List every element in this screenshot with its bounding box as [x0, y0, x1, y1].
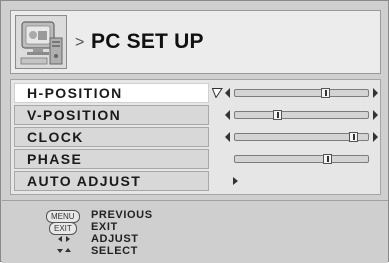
menu-item-v-position[interactable]: V-POSITION	[14, 105, 209, 125]
h-position-slider[interactable]	[234, 88, 369, 98]
decrease-arrow-icon[interactable]	[225, 132, 230, 142]
slider-thumb[interactable]	[321, 88, 330, 98]
left-arrow-icon	[58, 236, 62, 242]
hint-label: PREVIOUS	[91, 209, 153, 221]
execute-arrow-icon[interactable]	[233, 177, 238, 185]
menu-item-label: AUTO ADJUST	[27, 173, 142, 189]
menu-item-phase[interactable]: PHASE	[14, 149, 209, 169]
v-position-slider[interactable]	[234, 110, 369, 120]
slider-thumb[interactable]	[349, 132, 358, 142]
key-hints: MENU PREVIOUS EXIT EXIT ADJUST SELECT	[2, 200, 388, 263]
increase-arrow-icon[interactable]	[373, 110, 378, 120]
phase-slider[interactable]	[234, 154, 369, 164]
selection-cursor-icon	[212, 88, 223, 98]
increase-arrow-icon[interactable]	[373, 88, 378, 98]
hint-label: EXIT	[91, 221, 118, 233]
page-title: PC SET UP	[91, 30, 204, 53]
menu-item-label: CLOCK	[27, 129, 84, 145]
menu-item-label: V-POSITION	[27, 107, 122, 123]
decrease-arrow-icon[interactable]	[225, 110, 230, 120]
clock-slider[interactable]	[234, 132, 369, 142]
menu-item-h-position[interactable]: H-POSITION	[14, 83, 209, 103]
menu-item-auto-adjust[interactable]: AUTO ADJUST	[14, 171, 209, 191]
hint-label: ADJUST	[91, 233, 139, 245]
increase-arrow-icon[interactable]	[373, 132, 378, 142]
osd-window: > PC SET UP H-POSITION V-POSITION CLOCK	[0, 0, 389, 263]
pc-monitor-icon	[15, 15, 67, 69]
menu-item-label: H-POSITION	[27, 85, 123, 101]
right-arrow-icon	[66, 236, 70, 242]
down-arrow-icon	[57, 249, 63, 253]
slider-thumb[interactable]	[323, 154, 332, 164]
decrease-arrow-icon[interactable]	[225, 88, 230, 98]
slider-thumb[interactable]	[273, 110, 282, 120]
breadcrumb-chevron: >	[75, 34, 85, 51]
osd-header: > PC SET UP	[10, 10, 381, 74]
menu-item-clock[interactable]: CLOCK	[14, 127, 209, 147]
exit-key-badge: EXIT	[49, 222, 77, 235]
hint-label: SELECT	[91, 245, 138, 257]
settings-menu: H-POSITION V-POSITION CLOCK PHASE AUTO A…	[10, 79, 381, 195]
up-arrow-icon	[65, 248, 71, 252]
menu-item-label: PHASE	[27, 151, 83, 167]
